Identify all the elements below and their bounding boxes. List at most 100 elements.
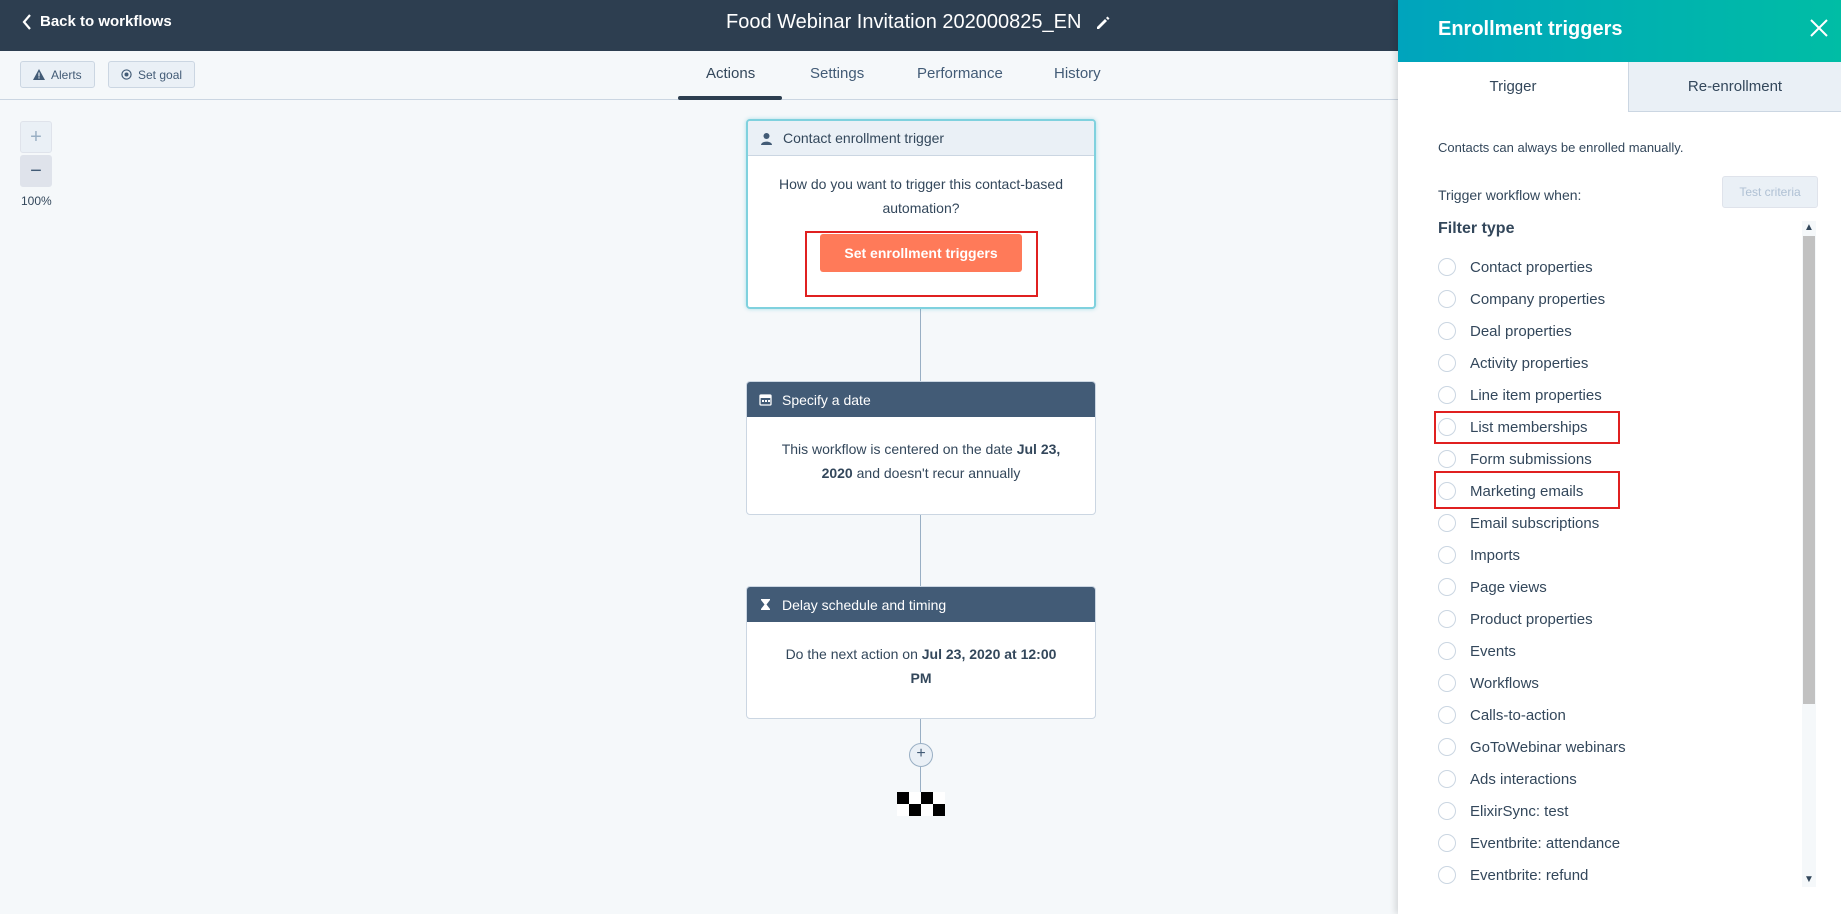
radio-button[interactable] <box>1438 258 1456 276</box>
workflow-title[interactable]: Food Webinar Invitation 202000825_EN <box>726 11 1081 34</box>
filter-option[interactable]: ElixirSync: test <box>1438 799 1568 823</box>
card-header: Specify a date <box>747 382 1095 417</box>
filter-option-label: Email subscriptions <box>1470 514 1600 532</box>
filter-option[interactable]: Ads interactions <box>1438 767 1577 791</box>
filter-option[interactable]: Page views <box>1438 575 1547 599</box>
filter-option[interactable]: Eventbrite: attendance <box>1438 831 1620 855</box>
filter-option-label: Eventbrite: refund <box>1470 866 1589 884</box>
filter-option[interactable]: Contact properties <box>1438 255 1593 279</box>
end-flag-icon <box>897 792 945 816</box>
radio-button[interactable] <box>1438 354 1456 372</box>
tab-actions[interactable]: Actions <box>706 65 755 82</box>
filter-option-label: GoToWebinar webinars <box>1470 738 1626 756</box>
connector-line <box>920 718 921 744</box>
filter-option-label: Imports <box>1470 546 1521 564</box>
panel-title: Enrollment triggers <box>1438 18 1623 40</box>
pencil-icon[interactable] <box>1095 15 1111 31</box>
highlight-box <box>1434 471 1620 509</box>
radio-button[interactable] <box>1438 770 1456 788</box>
filter-option-label: Line item properties <box>1470 386 1602 404</box>
scrollbar-thumb[interactable] <box>1803 236 1815 704</box>
radio-button[interactable] <box>1438 674 1456 692</box>
filter-option-label: Eventbrite: attendance <box>1470 834 1621 852</box>
scroll-up-arrow-icon[interactable]: ▲ <box>1802 221 1816 235</box>
radio-button[interactable] <box>1438 514 1456 532</box>
panel-tabs: Trigger Re-enrollment <box>1398 62 1841 112</box>
delay-card[interactable]: Delay schedule and timing Do the next ac… <box>746 586 1096 719</box>
radio-button[interactable] <box>1438 322 1456 340</box>
card-title: Contact enrollment trigger <box>783 130 945 146</box>
filter-option-label: ElixirSync: test <box>1470 802 1569 820</box>
radio-button[interactable] <box>1438 866 1456 884</box>
filter-option[interactable]: GoToWebinar webinars <box>1438 735 1626 759</box>
test-criteria-button[interactable]: Test criteria <box>1722 176 1818 208</box>
filter-option[interactable]: Company properties <box>1438 287 1605 311</box>
filter-option-label: Form submissions <box>1470 450 1592 468</box>
date-text-pre: This workflow is centered on the date <box>781 441 1017 457</box>
filter-option[interactable]: Product properties <box>1438 607 1593 631</box>
connector-line <box>920 767 921 793</box>
highlight-box <box>1434 411 1620 444</box>
filter-option[interactable]: Calls-to-action <box>1438 703 1566 727</box>
radio-button[interactable] <box>1438 290 1456 308</box>
manual-enrollment-note: Contacts can always be enrolled manually… <box>1438 140 1684 155</box>
card-body: Do the next action on Jul 23, 2020 at 12… <box>747 622 1095 706</box>
contact-icon <box>761 132 772 145</box>
trigger-when-label: Trigger workflow when: <box>1438 187 1582 203</box>
filter-option[interactable]: Deal properties <box>1438 319 1572 343</box>
radio-button[interactable] <box>1438 706 1456 724</box>
filter-option-label: Deal properties <box>1470 322 1572 340</box>
filter-option[interactable]: Activity properties <box>1438 351 1588 375</box>
zoom-in-button[interactable]: + <box>20 121 52 153</box>
workflow-tabs: Actions Settings Performance History <box>0 51 1400 100</box>
zoom-out-button[interactable]: − <box>20 155 52 187</box>
radio-button[interactable] <box>1438 642 1456 660</box>
specify-date-card[interactable]: Specify a date This workflow is centered… <box>746 381 1096 515</box>
active-tab-indicator <box>678 96 782 100</box>
card-body: This workflow is centered on the date Ju… <box>747 417 1095 501</box>
filter-option-label: Company properties <box>1470 290 1606 308</box>
filter-option[interactable]: Eventbrite: refund <box>1438 863 1588 887</box>
delay-text-pre: Do the next action on <box>785 646 922 662</box>
calendar-icon <box>759 394 772 406</box>
filter-option[interactable]: Events <box>1438 639 1516 663</box>
tab-re-enrollment[interactable]: Re-enrollment <box>1629 62 1841 112</box>
close-icon[interactable] <box>1807 16 1831 40</box>
filter-option[interactable]: Workflows <box>1438 671 1539 695</box>
tab-trigger[interactable]: Trigger <box>1398 62 1629 112</box>
filter-option-label: Calls-to-action <box>1470 706 1566 724</box>
back-label: Back to workflows <box>40 13 172 30</box>
filter-option[interactable]: Form submissions <box>1438 447 1592 471</box>
back-to-workflows-link[interactable]: Back to workflows <box>22 13 172 30</box>
tab-history[interactable]: History <box>1054 65 1101 82</box>
panel-header: Enrollment triggers <box>1398 0 1841 62</box>
filter-option-label: Events <box>1470 642 1516 660</box>
hourglass-icon <box>761 599 770 610</box>
card-title: Specify a date <box>782 391 871 408</box>
radio-button[interactable] <box>1438 610 1456 628</box>
zoom-level: 100% <box>21 194 52 208</box>
filter-option[interactable]: Line item properties <box>1438 383 1602 407</box>
filter-option-label: Activity properties <box>1470 354 1589 372</box>
tab-performance[interactable]: Performance <box>917 65 1003 82</box>
connector-line <box>920 514 921 586</box>
trigger-question: How do you want to trigger this contact-… <box>778 176 1064 216</box>
scroll-down-arrow-icon[interactable]: ▼ <box>1802 873 1816 887</box>
filter-option-label: Contact properties <box>1470 258 1593 276</box>
radio-button[interactable] <box>1438 546 1456 564</box>
filter-option-label: Ads interactions <box>1470 770 1577 788</box>
radio-button[interactable] <box>1438 834 1456 852</box>
delay-value: Jul 23, 2020 at 12:00 PM <box>910 646 1057 686</box>
radio-button[interactable] <box>1438 450 1456 468</box>
filter-option[interactable]: Email subscriptions <box>1438 511 1599 535</box>
filter-option[interactable]: Imports <box>1438 543 1520 567</box>
radio-button[interactable] <box>1438 386 1456 404</box>
tab-settings[interactable]: Settings <box>810 65 864 82</box>
radio-button[interactable] <box>1438 738 1456 756</box>
add-action-button[interactable]: + <box>909 743 933 767</box>
radio-button[interactable] <box>1438 578 1456 596</box>
filter-type-heading: Filter type <box>1438 220 1515 237</box>
radio-button[interactable] <box>1438 802 1456 820</box>
card-title: Delay schedule and timing <box>782 596 947 613</box>
card-header: Contact enrollment trigger <box>748 121 1094 156</box>
